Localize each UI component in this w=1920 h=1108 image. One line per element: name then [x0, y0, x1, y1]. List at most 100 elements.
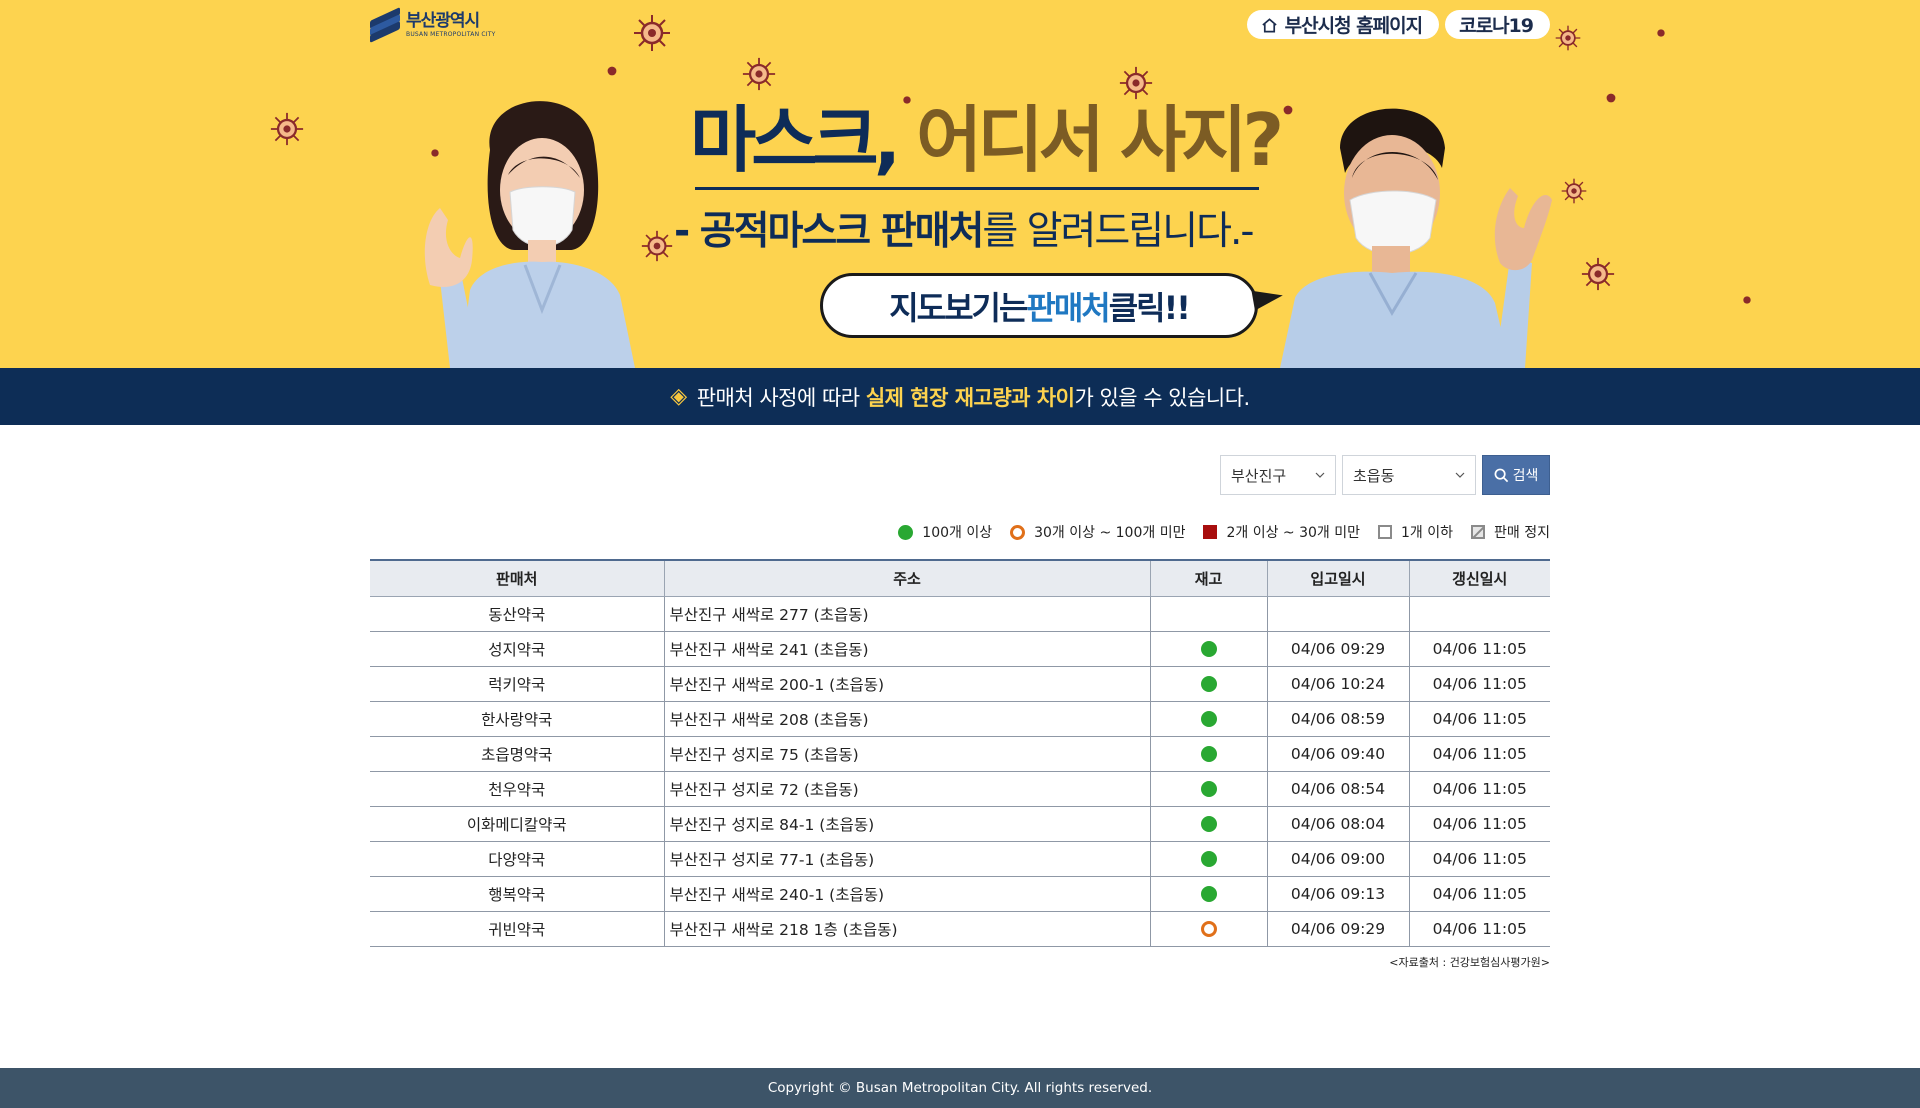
pharmacy-address-link[interactable]: 부산진구 성지로 72 (초읍동): [664, 771, 1151, 807]
pharmacy-name-link[interactable]: 이화메디칼약국: [370, 806, 665, 842]
legend-item: 100개 이상: [898, 522, 992, 542]
table-row[interactable]: 이화메디칼약국 부산진구 성지로 84-1 (초읍동) 04/06 08:04 04/…: [370, 806, 1550, 842]
search-controls: 부산진구 초읍동 검색: [1220, 455, 1550, 495]
legend-item: 1개 이하: [1378, 522, 1453, 542]
pharmacy-name-link[interactable]: 초읍명약국: [370, 736, 665, 772]
pharmacy-address-link[interactable]: 부산진구 새싹로 241 (초읍동): [664, 631, 1151, 667]
pharmacy-address-link[interactable]: 부산진구 새싹로 200-1 (초읍동): [664, 666, 1151, 702]
search-icon: [1494, 468, 1508, 482]
pharmacy-address-link[interactable]: 부산진구 새싹로 218 1층 (초읍동): [664, 911, 1151, 947]
data-source-note: <자료출처 : 건강보험심사평가원>: [1389, 956, 1550, 969]
pharmacy-address-link[interactable]: 부산진구 새싹로 208 (초읍동): [664, 701, 1151, 737]
bubble-highlight: 판매처: [1026, 288, 1110, 327]
updated-time: 04/06 11:05: [1409, 876, 1550, 912]
virus-icon: [1743, 296, 1751, 304]
legend-item: 30개 이상 ~ 100개 미만: [1010, 522, 1185, 542]
headline-part2: 어디서 사지?: [916, 98, 1284, 182]
received-time: 04/06 09:29: [1267, 911, 1410, 947]
received-time: 04/06 08:04: [1267, 806, 1410, 842]
received-time: [1267, 596, 1410, 632]
table-row[interactable]: 한사랑약국 부산진구 새싹로 208 (초읍동) 04/06 08:59 04/06 …: [370, 701, 1550, 737]
col-header-stock: 재고: [1150, 559, 1268, 597]
updated-time: 04/06 11:05: [1409, 666, 1550, 702]
stock-cell: [1150, 771, 1268, 807]
legend-label: 판매 정지: [1494, 525, 1550, 541]
pharmacy-name-link[interactable]: 행복약국: [370, 876, 665, 912]
chevron-down-icon: [1315, 472, 1325, 478]
headline-underline: [695, 187, 1259, 190]
footer: Copyright © Busan Metropolitan City. All…: [0, 1068, 1920, 1108]
woman-with-mask-image: [424, 101, 635, 368]
table-row[interactable]: 천우약국 부산진구 성지로 72 (초읍동) 04/06 08:54 04/06 11…: [370, 771, 1550, 807]
table-header-row: 판매처 주소 재고 입고일시 갱신일시: [370, 559, 1550, 597]
map-view-speech-bubble[interactable]: 지도보기는 판매처 클릭!!: [820, 273, 1258, 338]
col-header-address: 주소: [664, 559, 1151, 597]
legend-label: 2개 이상 ~ 30개 미만: [1226, 525, 1361, 541]
table-row[interactable]: 다양약국 부산진구 성지로 77-1 (초읍동) 04/06 09:00 04/06 …: [370, 841, 1550, 877]
stock-cell: [1150, 876, 1268, 912]
table-row[interactable]: 동산약국 부산진구 새싹로 277 (초읍동): [370, 596, 1550, 632]
table-row[interactable]: 성지약국 부산진구 새싹로 241 (초읍동) 04/06 09:29 04/06 1…: [370, 631, 1550, 667]
pharmacy-name-link[interactable]: 한사랑약국: [370, 701, 665, 737]
pharmacy-name-link[interactable]: 천우약국: [370, 771, 665, 807]
busan-logo[interactable]: 부산광역시 BUSAN METROPOLITAN CITY: [370, 7, 496, 43]
pharmacy-name-link[interactable]: 성지약국: [370, 631, 665, 667]
logo-subtitle: BUSAN METROPOLITAN CITY: [406, 30, 496, 38]
search-button[interactable]: 검색: [1482, 455, 1550, 495]
stock-legend: 100개 이상 30개 이상 ~ 100개 미만 2개 이상 ~ 30개 미만 …: [898, 522, 1550, 542]
logo-title: 부산광역시: [406, 10, 480, 31]
virus-icon: [270, 112, 304, 146]
dong-select[interactable]: 초읍동: [1342, 455, 1476, 495]
virus-icon: [1555, 25, 1581, 51]
district-select[interactable]: 부산진구: [1220, 455, 1336, 495]
notice-prefix: 판매처 사정에 따라: [696, 385, 860, 410]
stock-cell: [1150, 911, 1268, 947]
hero-banner: 부산광역시 BUSAN METROPOLITAN CITY 부산시청 홈페이지 …: [0, 0, 1920, 368]
pharmacy-address-link[interactable]: 부산진구 새싹로 277 (초읍동): [664, 596, 1151, 632]
notice-suffix: 가 있을 수 있습니다.: [1074, 385, 1250, 410]
table-row[interactable]: 초읍명약국 부산진구 성지로 75 (초읍동) 04/06 09:40 04/06 1…: [370, 736, 1550, 772]
table-row[interactable]: 행복약국 부산진구 새싹로 240-1 (초읍동) 04/06 09:13 04/06…: [370, 876, 1550, 912]
legend-label: 100개 이상: [922, 525, 993, 541]
man-with-mask-image: [1280, 108, 1552, 368]
pharmacy-table: 판매처 주소 재고 입고일시 갱신일시 동산약국 부산진구 새싹로 277 (초읍…: [370, 559, 1550, 947]
pharmacy-name-link[interactable]: 귀빈약국: [370, 911, 665, 947]
legend-item: 2개 이상 ~ 30개 미만: [1203, 522, 1360, 542]
updated-time: [1409, 596, 1550, 632]
chevron-down-icon: [1455, 472, 1465, 478]
pharmacy-name-link[interactable]: 럭키약국: [370, 666, 665, 702]
table-row[interactable]: 럭키약국 부산진구 새싹로 200-1 (초읍동) 04/06 10:24 04/06…: [370, 666, 1550, 702]
received-time: 04/06 08:54: [1267, 771, 1410, 807]
covid19-link[interactable]: 코로나19: [1445, 10, 1550, 39]
stopped-square-icon: [1471, 525, 1486, 539]
stock-green-icon: [1200, 781, 1217, 797]
received-time: 04/06 09:29: [1267, 631, 1410, 667]
pharmacy-address-link[interactable]: 부산진구 성지로 75 (초읍동): [664, 736, 1151, 772]
updated-time: 04/06 11:05: [1409, 701, 1550, 737]
stock-green-icon: [1200, 851, 1217, 867]
gray-square-icon: [1378, 525, 1393, 539]
pharmacy-address-link[interactable]: 부산진구 성지로 77-1 (초읍동): [664, 841, 1151, 877]
pharmacy-name-link[interactable]: 다양약국: [370, 841, 665, 877]
col-header-name: 판매처: [370, 559, 665, 597]
table-row[interactable]: 귀빈약국 부산진구 새싹로 218 1층 (초읍동) 04/06 09:29 04/0…: [370, 911, 1550, 947]
updated-time: 04/06 11:05: [1409, 631, 1550, 667]
stock-notice-bar: ◈ 판매처 사정에 따라 실제 현장 재고량과 차이 가 있을 수 있습니다.: [0, 368, 1920, 425]
pharmacy-name-link[interactable]: 동산약국: [370, 596, 665, 632]
pharmacy-address-link[interactable]: 부산진구 성지로 84-1 (초읍동): [664, 806, 1151, 842]
top-links: 부산시청 홈페이지 코로나19: [1246, 10, 1550, 39]
stock-cell: [1150, 701, 1268, 737]
pharmacy-address-link[interactable]: 부산진구 새싹로 240-1 (초읍동): [664, 876, 1151, 912]
virus-icon: [742, 57, 776, 91]
diamond-icon: ◈: [670, 384, 687, 409]
subheadline-rest: 를 알려드립니다.-: [982, 209, 1254, 254]
virus-icon: [1119, 66, 1153, 100]
updated-time: 04/06 11:05: [1409, 736, 1550, 772]
legend-label: 30개 이상 ~ 100개 미만: [1034, 525, 1186, 541]
virus-icon: [1606, 93, 1616, 103]
busan-homepage-link[interactable]: 부산시청 홈페이지: [1246, 10, 1440, 39]
stock-cell: [1150, 596, 1268, 632]
busan-logo-mark-icon: [370, 7, 400, 43]
busan-homepage-label: 부산시청 홈페이지: [1284, 15, 1423, 37]
stock-green-icon: [1200, 886, 1217, 902]
